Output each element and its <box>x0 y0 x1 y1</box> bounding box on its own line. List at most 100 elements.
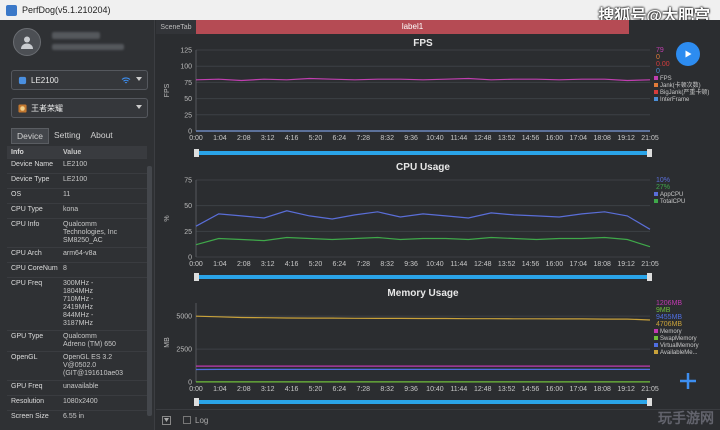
legend-value: 9455MB <box>656 314 682 321</box>
info-value: Qualcomm Technologies, Inc SM8250_AC <box>63 221 118 244</box>
info-key: Screen Size <box>11 413 49 420</box>
expand-icon[interactable] <box>162 415 171 425</box>
table-header: Info Value <box>7 146 147 158</box>
info-key: CPU Freq <box>11 280 43 287</box>
table-row: OS 11 <box>7 188 147 203</box>
x-tick-label: 18:08 <box>593 135 611 142</box>
range-scrollbar[interactable] <box>196 275 650 279</box>
tab-setting[interactable]: Setting <box>49 128 85 144</box>
x-tick-label: 16:00 <box>546 261 564 268</box>
x-tick-label: 8:32 <box>380 386 394 393</box>
range-scrollbar[interactable] <box>196 151 650 155</box>
legend-swatch <box>654 76 658 80</box>
x-tick-label: 11:44 <box>450 135 467 142</box>
device-select[interactable]: LE2100 <box>11 70 148 90</box>
range-handle-left[interactable] <box>194 273 199 281</box>
legend-value: 1206MB <box>656 300 682 307</box>
legend-entry: AppCPU <box>660 192 683 198</box>
y-tick-label: 75 <box>184 80 192 87</box>
y-tick-label: 75 <box>184 178 192 185</box>
y-axis-label: % <box>164 215 171 221</box>
chart-2: Memory UsageMB0250050000:00 1:04 2:08 3:12 4… <box>164 288 699 406</box>
x-tick-label: 21:05 <box>641 261 659 268</box>
app-title: PerfDog(v5.1.210204) <box>22 5 111 15</box>
table-row: Screen Size 6.55 in <box>7 410 147 425</box>
chevron-down-icon <box>136 77 142 81</box>
log-checkbox[interactable] <box>183 416 191 424</box>
column-header-value: Value <box>63 148 82 156</box>
table-row: CPU Info Qualcomm Technologies, Inc SM825… <box>7 218 147 247</box>
tab-about[interactable]: About <box>85 128 117 144</box>
x-tick-label: 11:44 <box>450 386 467 393</box>
x-tick-label: 18:08 <box>593 261 611 268</box>
x-tick-label: 8:32 <box>380 261 394 268</box>
play-button[interactable] <box>676 42 700 66</box>
range-scrollbar[interactable] <box>196 400 650 404</box>
column-header-info: Info <box>11 148 24 156</box>
info-value: Qualcomm Adreno (TM) 650 <box>63 333 116 348</box>
x-tick-label: 14:56 <box>522 135 540 142</box>
info-value: LE2100 <box>63 161 88 168</box>
range-handle-left[interactable] <box>194 149 199 157</box>
x-tick-label: 1:04 <box>213 261 227 268</box>
x-tick-label: 4:16 <box>285 135 299 142</box>
add-icon[interactable] <box>678 371 698 391</box>
left-tabs: Device Setting About <box>11 128 118 144</box>
x-tick-label: 7:28 <box>356 261 370 268</box>
range-handle-right[interactable] <box>647 398 652 406</box>
x-tick-label: 3:12 <box>261 386 275 393</box>
bottom-bar: Log 玩手游网 <box>156 409 720 430</box>
app-select-value: 王者荣耀 <box>31 103 63 113</box>
x-tick-label: 3:12 <box>261 135 275 142</box>
table-row: Device Type LE2100 <box>7 173 147 188</box>
info-key: Resolution <box>11 398 45 405</box>
info-value: OpenGL ES 3.2 V@0502.0 (GIT@191610ae03 <box>63 354 124 377</box>
left-scrollbar[interactable] <box>147 166 152 416</box>
legend-swatch <box>654 83 658 87</box>
left-panel: LE2100 王者荣耀 Device Setting About Info Va… <box>0 20 155 430</box>
range-handle-right[interactable] <box>647 273 652 281</box>
x-tick-label: 5:20 <box>309 135 323 142</box>
x-tick-label: 21:05 <box>641 386 659 393</box>
info-key: GPU Freq <box>11 383 43 390</box>
legend-value: 0 <box>656 54 660 61</box>
chart-title: Memory Usage <box>387 288 459 299</box>
x-tick-label: 9:36 <box>404 261 418 268</box>
device-select-value: LE2100 <box>31 75 59 85</box>
x-tick-label: 1:04 <box>213 386 227 393</box>
x-tick-label: 0:00 <box>189 135 203 142</box>
chart-1: CPU Usage%02550750:00 1:04 2:08 3:12 4:16 5:2… <box>164 162 685 281</box>
x-tick-label: 4:16 <box>285 261 299 268</box>
app-select[interactable]: 王者荣耀 <box>11 98 148 118</box>
x-tick-label: 13:52 <box>498 386 516 393</box>
x-tick-label: 11:44 <box>450 261 467 268</box>
y-tick-label: 5000 <box>176 314 192 321</box>
series-line-1 <box>195 236 651 248</box>
x-tick-label: 21:05 <box>641 135 659 142</box>
x-tick-label: 10:40 <box>426 386 444 393</box>
x-tick-label: 5:20 <box>309 261 323 268</box>
info-value: 1080x2400 <box>63 398 98 405</box>
x-tick-label: 6:24 <box>333 386 347 393</box>
legend-swatch <box>654 97 658 101</box>
table-row: CPU CoreNum 8 <box>7 262 147 277</box>
avatar[interactable] <box>13 28 41 56</box>
table-row: Device Name LE2100 <box>7 158 147 173</box>
tab-device[interactable]: Device <box>11 128 49 144</box>
x-tick-label: 13:52 <box>498 261 516 268</box>
x-tick-label: 4:16 <box>285 386 299 393</box>
legend-entry: BigJank(严重卡顿) <box>660 88 709 96</box>
table-row: Resolution 1080x2400 <box>7 395 147 410</box>
table-row: CPU Type kona <box>7 203 147 218</box>
range-handle-left[interactable] <box>194 398 199 406</box>
title-bar: PerfDog(v5.1.210204) 搜狐号@大肥宫 <box>0 0 720 25</box>
info-value: 11 <box>63 191 71 198</box>
main-panel: SceneTab label1 FPS FPS 0 25 50 75 100 125 0:00 1… <box>156 20 720 430</box>
legend-swatch <box>654 343 658 347</box>
legend-swatch <box>654 192 658 196</box>
legend-entry: Memory <box>660 329 682 335</box>
legend-swatch <box>654 350 658 354</box>
x-tick-label: 12:48 <box>474 135 492 142</box>
info-value: arm64-v8a <box>63 250 97 257</box>
range-handle-right[interactable] <box>647 149 652 157</box>
